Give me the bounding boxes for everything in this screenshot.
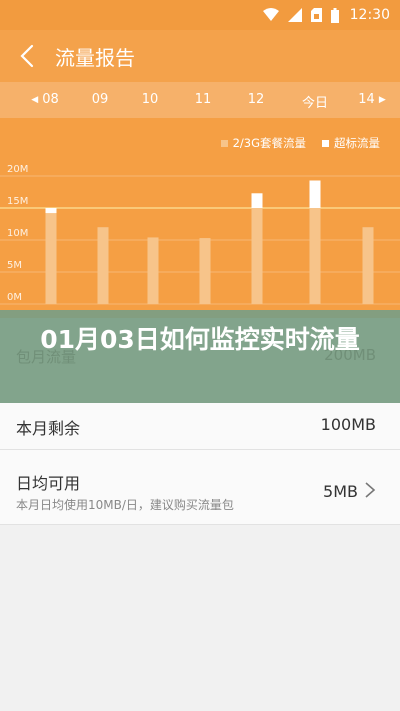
daily-available-label: 日均可用 [16,474,81,493]
legend-item: 2/3G套餐流量 [220,135,306,151]
remaining-row: 本月剩余 100MB [0,403,400,449]
date-item[interactable]: 14 ▶ [352,92,392,107]
back-arrow-icon[interactable] [16,43,42,69]
chart-legend: 2/3G套餐流量 超标流量 [220,135,380,151]
date-item[interactable]: ◀ 08 [25,92,65,107]
page-title: 流量报告 [55,46,135,70]
y-tick-label: 20M [7,164,28,175]
bar-package [97,227,109,304]
divider [0,524,400,525]
y-tick-label: 10M [7,228,28,239]
bar-overage [45,208,57,214]
remaining-label: 本月剩余 [16,419,81,438]
signal-icon [287,8,302,22]
date-strip: ◀ 08 09 10 11 12 今日 14 ▶ [0,82,400,118]
legend-item: 超标流量 [322,135,380,151]
bar-package [147,237,159,304]
bar-package [362,227,374,304]
y-tick-label: 0M [7,292,22,303]
wifi-icon [262,8,279,21]
legend-swatch [322,139,329,147]
bar-overage [309,180,321,208]
bar-package [199,238,211,304]
date-item[interactable]: 11 [183,92,223,107]
date-item-selected[interactable]: 今日 [295,92,335,111]
title-overlay: 包月流量 200MB 01月03日如何监控实时流量 [0,310,400,403]
bar-package [251,208,263,304]
usage-chart: 20M 15M 10M 5M 0M 2/3G套餐流量 超标流量 [0,118,400,318]
date-item[interactable]: 09 [80,92,120,107]
remaining-value: 100MB [320,415,376,434]
chevron-right-icon[interactable] [364,482,376,498]
battery-icon [330,7,339,23]
arrow-right-icon[interactable]: ▶ [379,95,386,105]
arrow-left-icon[interactable]: ◀ [31,95,38,105]
overlay-title: 01月03日如何监控实时流量 [40,325,360,354]
bar-package [309,208,321,304]
legend-swatch [220,139,228,147]
sim-icon [310,8,322,22]
status-time: 12:30 [349,7,390,23]
y-tick-label: 5M [7,260,22,271]
date-item[interactable]: 10 [130,92,170,107]
header: 流量报告 [0,30,400,82]
daily-available-hint: 本月日均使用10MB/日，建议购买流量包 [16,498,234,512]
daily-available-value: 5MB [323,482,358,501]
status-bar: 12:30 [0,0,400,30]
y-tick-label: 15M [7,196,28,207]
date-item[interactable]: 12 [236,92,276,107]
bar-package [45,213,57,304]
bar-overage [251,193,263,208]
daily-available-row[interactable]: 日均可用 本月日均使用10MB/日，建议购买流量包 5MB [0,450,400,524]
